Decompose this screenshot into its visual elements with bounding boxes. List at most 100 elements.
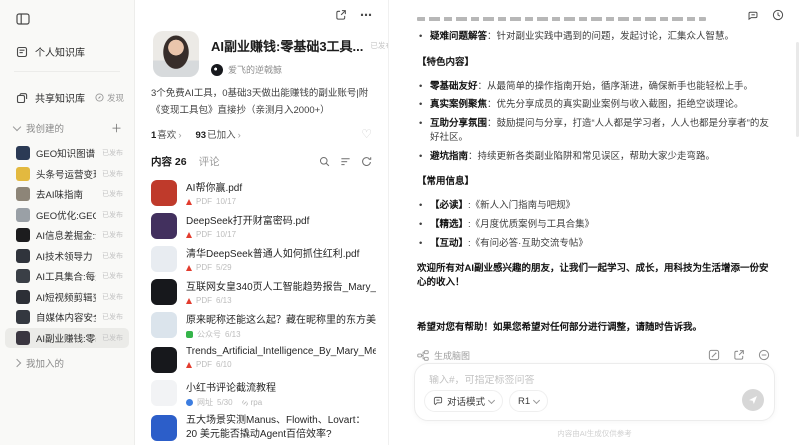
clipped-text-line: [417, 17, 707, 21]
sidebar-kb-item[interactable]: GEO优化:GEO驱动的... 已发布: [5, 205, 129, 226]
chat-input[interactable]: [429, 375, 760, 386]
sidebar-kb-item[interactable]: GEO知识图谱 | AI搜索... 已发布: [5, 143, 129, 164]
file-title: 原来昵称还能这么起？藏在昵称里的东方美学: [186, 315, 376, 327]
refresh-icon[interactable]: [361, 156, 372, 167]
collapse-icon[interactable]: [758, 349, 770, 361]
answer-blocks: • 疑难问题解答：针对副业实践中遇到的问题，发起讨论，汇集众人智慧。 【特色内容】…: [417, 30, 770, 335]
more-icon[interactable]: ⋯: [360, 9, 372, 21]
kb-thumbnail: [16, 207, 30, 222]
sidebar-kb-item[interactable]: AI技术领导力 已发布: [5, 246, 129, 267]
sidebar: 个人知识库 共享知识库 发现 我创建的 ＋ GEO知识图谱 | AI搜索... …: [0, 0, 135, 445]
answer-bold-text: 【常用信息】: [417, 176, 475, 188]
kb-thumbnail: [16, 166, 30, 181]
kb-title: AI副业赚钱:零基础3工具...: [211, 39, 364, 54]
add-kb-button[interactable]: ＋: [111, 120, 122, 136]
file-date: 5/29: [216, 263, 232, 273]
answer-block: • 【必读】:《新人入门指南与吧规》: [417, 199, 770, 213]
published-badge: 已发布: [102, 232, 123, 240]
file-type-label: 公众号: [197, 330, 221, 340]
answer-text: ：优先分享成员的真实副业案例与收入截图，拒绝空谈理论。: [487, 99, 744, 111]
bullet-dot: •: [419, 31, 423, 42]
joined-stat[interactable]: 93已加入 ›: [195, 127, 240, 141]
chat-mode-label: 对话模式: [447, 397, 486, 408]
kb-thumbnail: [16, 146, 30, 161]
edit-icon[interactable]: [708, 349, 720, 361]
sidebar-kb-item[interactable]: AI副业赚钱:零基础3工... 已发布: [5, 327, 129, 348]
answer-block: • 零基础友好：从最简单的操作指南开始，循序渐进，确保新手也能轻松上手。: [417, 80, 770, 94]
content-count: 26: [174, 156, 187, 169]
share-icon[interactable]: [335, 9, 347, 21]
file-type-label: PDF: [196, 296, 212, 306]
answer-bold-text: 希望对您有帮助！如果您希望对任何部分进行调整，请随时告诉我。: [417, 321, 703, 333]
file-thumbnail: [151, 246, 177, 273]
chat-mode-select[interactable]: 对话模式: [424, 390, 504, 412]
history-icon[interactable]: [772, 9, 784, 21]
kb-thumbnail: [16, 289, 30, 304]
published-badge: 已发布: [102, 150, 123, 158]
sidebar-kb-item[interactable]: 去AI味指南 已发布: [5, 184, 129, 205]
file-item[interactable]: Trends_Artificial_Intelligence_By_Mary_M…: [151, 346, 376, 374]
link-icon: [241, 399, 248, 406]
file-title: Trends_Artificial_Intelligence_By_Mary_M…: [186, 346, 376, 358]
answer-block: 【常用信息】: [417, 175, 770, 189]
scrollbar[interactable]: [796, 42, 799, 137]
file-item[interactable]: AI帮你赢.pdf PDF 10/17: [151, 179, 376, 207]
kb-item-label: 去AI味指南: [36, 190, 83, 202]
personal-kb-icon: [16, 46, 28, 57]
discover-button[interactable]: 发现: [95, 92, 124, 104]
file-date: 6/13: [216, 296, 232, 306]
file-item[interactable]: 原来昵称还能这么起？藏在昵称里的东方美学 公众号 6/13: [151, 311, 376, 340]
file-item[interactable]: 五大场景实测Manus、Flowith、Lovart：20 美元能否撬动Agen…: [151, 414, 376, 445]
answer-bold-text: 真实案例聚焦: [430, 99, 488, 111]
model-select[interactable]: R1: [509, 390, 549, 412]
file-item[interactable]: 清华DeepSeek普通人如何抓住红利.pdf PDF 5/29: [151, 245, 376, 273]
file-type-icon: [186, 264, 192, 271]
tab-comments[interactable]: 评论: [199, 154, 220, 169]
export-icon[interactable]: [733, 349, 745, 361]
group-joined[interactable]: 我加入的: [0, 356, 134, 370]
kb-author[interactable]: 爱飞的逆戟鲸: [211, 63, 378, 76]
bullet-dot: •: [419, 118, 423, 130]
sort-icon[interactable]: [340, 156, 351, 167]
likes-stat[interactable]: 1喜欢 ›: [151, 127, 181, 141]
author-name: 爱飞的逆戟鲸: [228, 65, 283, 75]
file-item[interactable]: 互联网女皇340页人工智能趋势报告_Mary_Meeker.pdf PDF 6/…: [151, 278, 376, 306]
model-label: R1: [518, 395, 531, 407]
sidebar-kb-item[interactable]: AI信息差掘金:全球前... 已发布: [5, 225, 129, 246]
sidebar-item-shared[interactable]: 共享知识库 发现: [0, 90, 134, 105]
answer-text: :《月度优质案例与工具合集》: [468, 218, 595, 230]
published-badge: 已发布: [102, 170, 123, 178]
sidebar-toggle-icon[interactable]: [16, 12, 134, 26]
ai-disclaimer: 内容由AI生成仅供参考: [557, 429, 632, 438]
published-badge: 已发布: [102, 314, 123, 322]
send-button[interactable]: [742, 389, 764, 411]
file-item[interactable]: DeepSeek打开财富密码.pdf PDF 10/17: [151, 212, 376, 240]
search-icon[interactable]: [319, 156, 330, 167]
file-type-icon: [186, 361, 192, 368]
file-title: AI帮你赢.pdf: [186, 183, 243, 195]
sidebar-item-personal[interactable]: 个人知识库: [0, 44, 134, 59]
like-button[interactable]: ♡: [361, 128, 372, 140]
answer-text: :《有问必答·互助交流专帖》: [468, 237, 588, 249]
file-title: 互联网女皇340页人工智能趋势报告_Mary_Meeker.pdf: [186, 282, 376, 294]
tab-content[interactable]: 内容 26: [151, 154, 187, 169]
file-title: 五大场景实测Manus、Flowith、Lovart：20 美元能否撬动Agen…: [186, 415, 366, 441]
file-item[interactable]: 小红书评论截流教程 网址 5/30 rpa: [151, 379, 376, 408]
kb-item-label: GEO优化:GEO驱动的...: [36, 210, 96, 222]
file-thumbnail: [151, 347, 177, 374]
sidebar-kb-item[interactable]: 自媒体内容安全审查 已发布: [5, 307, 129, 328]
sidebar-kb-item[interactable]: AI短视频剪辑变现 | 7... 已发布: [5, 287, 129, 308]
mindmap-icon: [417, 349, 429, 361]
share-icon[interactable]: [747, 9, 759, 21]
group-joined-label: 我加入的: [26, 359, 65, 370]
tab-content-label: 内容: [151, 156, 172, 169]
group-created[interactable]: 我创建的 ＋: [0, 120, 134, 136]
sidebar-kb-item[interactable]: AI工具集合:每天省3小... 已发布: [5, 266, 129, 287]
kb-list: GEO知识图谱 | AI搜索... 已发布 头条号运营变现手册 已发布 去AI味…: [0, 143, 134, 348]
generate-mindmap-button[interactable]: 生成脑图: [417, 349, 470, 362]
generate-mindmap-label: 生成脑图: [434, 350, 471, 361]
answer-bold-text: 【特色内容】: [417, 56, 475, 68]
answer-block: 希望对您有帮助！如果您希望对任何部分进行调整，请随时告诉我。: [417, 321, 770, 335]
answer-bold-text: 疑难问题解答: [430, 31, 488, 42]
sidebar-kb-item[interactable]: 头条号运营变现手册 已发布: [5, 164, 129, 185]
